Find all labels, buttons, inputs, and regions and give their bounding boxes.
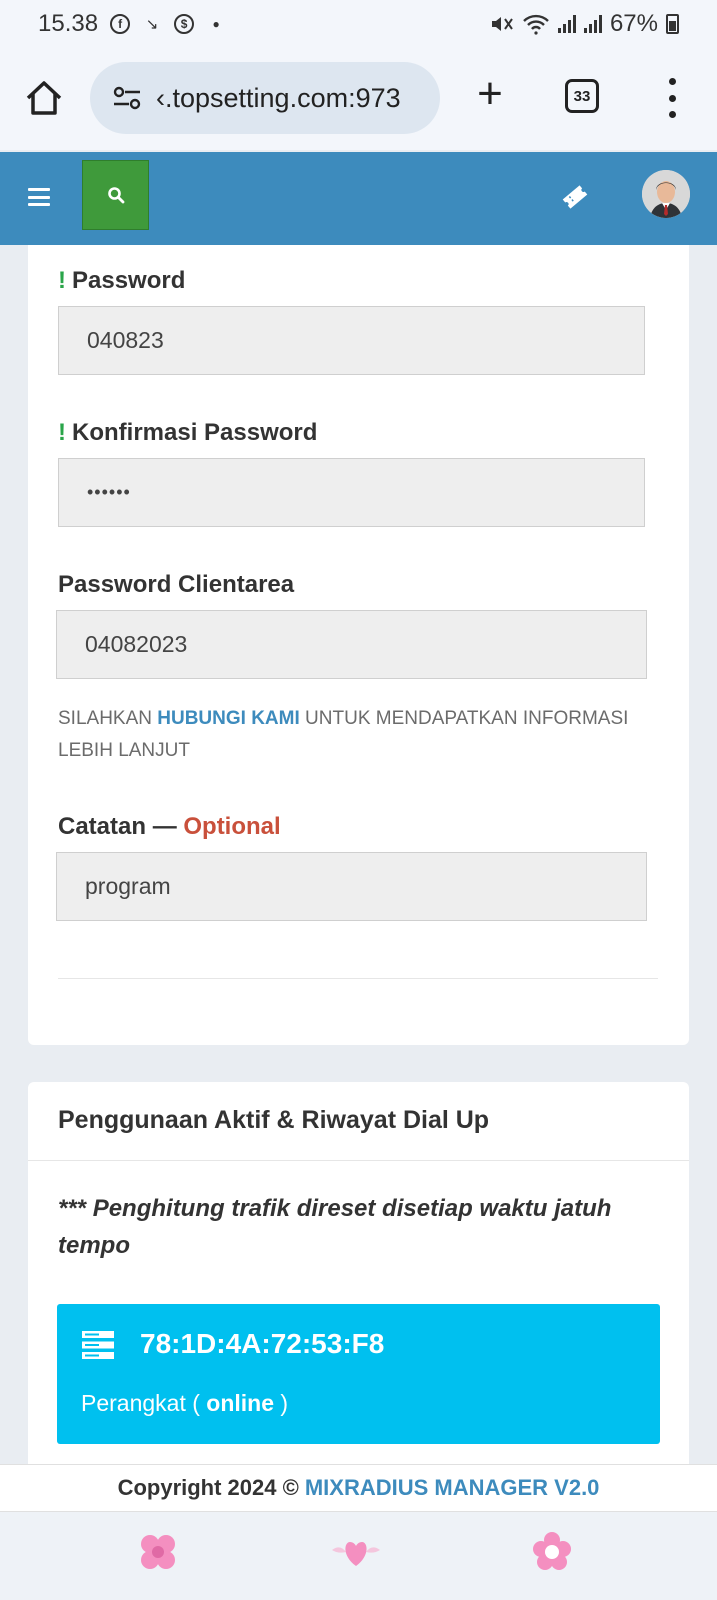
notes-input[interactable]: program — [56, 852, 647, 921]
winged-heart-icon — [332, 1542, 380, 1566]
user-avatar[interactable] — [642, 170, 690, 218]
device-status-value: online — [206, 1390, 275, 1416]
clientarea-password-input[interactable]: 04082023 — [56, 610, 647, 679]
copyright-text: Copyright 2024 © — [117, 1475, 299, 1500]
confirm-password-input[interactable]: •••••• — [58, 458, 645, 527]
avatar-image — [642, 170, 690, 218]
wifi-icon — [523, 14, 549, 35]
traffic-reset-note: *** Penghitung trafik direset disetiap w… — [58, 1195, 612, 1259]
server-icon — [82, 1331, 114, 1359]
missed-call-icon: ↘ — [145, 16, 159, 33]
device-mac-address: 78:1D:4A:72:53:F8 — [140, 1328, 385, 1359]
url-bar[interactable]: ‹.topsetting.com:973 — [90, 62, 440, 134]
tab-switcher-button[interactable]: 33 — [565, 79, 599, 113]
ticket-icon[interactable] — [560, 182, 590, 212]
browser-menu-icon[interactable] — [660, 78, 684, 118]
account-form-card: ! Password 040823 ! Konfirmasi Password ••… — [28, 245, 689, 1045]
footer: Copyright 2024 © MIXRADIUS MANAGER V2.0 — [0, 1464, 717, 1512]
usage-title: Penggunaan Aktif & Riwayat Dial Up — [58, 1106, 490, 1134]
pink-flower-icon — [533, 1532, 571, 1570]
mute-icon — [491, 17, 513, 31]
confirm-password-label: ! Konfirmasi Password — [58, 419, 317, 447]
dot-icon: ● — [212, 17, 220, 31]
site-settings-icon[interactable] — [112, 85, 142, 111]
device-status: Perangkat ( online ) — [81, 1390, 288, 1417]
notes-label-text: Catatan — — [58, 813, 184, 840]
password-label-text: Password — [72, 267, 186, 294]
status-time: 15.38 — [38, 10, 99, 37]
divider — [28, 1160, 689, 1161]
confirm-password-label-text: Konfirmasi Password — [72, 419, 318, 446]
home-icon[interactable] — [24, 78, 64, 118]
device-status-prefix: Perangkat ( — [81, 1390, 207, 1416]
app-header — [0, 152, 717, 245]
facebook-icon: f — [110, 14, 131, 34]
battery-percent: 67% — [609, 10, 658, 37]
usage-card: Penggunaan Aktif & Riwayat Dial Up *** P… — [28, 1082, 689, 1464]
clientarea-password-label: Password Clientarea — [58, 571, 295, 598]
pink-ribbon-icon — [141, 1535, 175, 1569]
required-mark: ! — [58, 267, 66, 294]
dollar-icon: $ — [174, 14, 195, 34]
help-text-prefix: SILAHKAN — [58, 708, 158, 729]
password-input[interactable]: 040823 — [58, 306, 645, 375]
status-bar: 15.38 f ↘ $ ● 67% — [0, 0, 717, 48]
contact-us-link[interactable]: HUBUNGI KAMI — [157, 708, 300, 729]
notes-label: Catatan — Optional — [58, 813, 281, 841]
search-button[interactable] — [82, 160, 149, 230]
signal-icon — [557, 15, 576, 33]
password-label: ! Password — [58, 267, 185, 295]
divider — [58, 978, 658, 979]
battery-icon — [666, 14, 679, 34]
signal-icon-2 — [583, 15, 602, 33]
hamburger-menu-icon[interactable] — [28, 188, 50, 206]
bottom-decoration-bar — [0, 1512, 717, 1600]
required-mark: ! — [58, 419, 66, 446]
new-tab-icon[interactable]: + — [470, 72, 510, 116]
browser-toolbar: ‹.topsetting.com:973 + 33 — [0, 48, 717, 150]
help-text: SILAHKAN HUBUNGI KAMI UNTUK MENDAPATKAN … — [58, 703, 658, 767]
device-status-suffix: ) — [274, 1390, 289, 1416]
brand-link[interactable]: MIXRADIUS MANAGER V2.0 — [305, 1475, 600, 1501]
optional-tag: Optional — [183, 813, 281, 840]
search-icon — [107, 187, 124, 204]
device-info-box[interactable]: 78:1D:4A:72:53:F8 Perangkat ( online ) — [57, 1304, 660, 1444]
url-text: ‹.topsetting.com:973 — [156, 82, 401, 113]
